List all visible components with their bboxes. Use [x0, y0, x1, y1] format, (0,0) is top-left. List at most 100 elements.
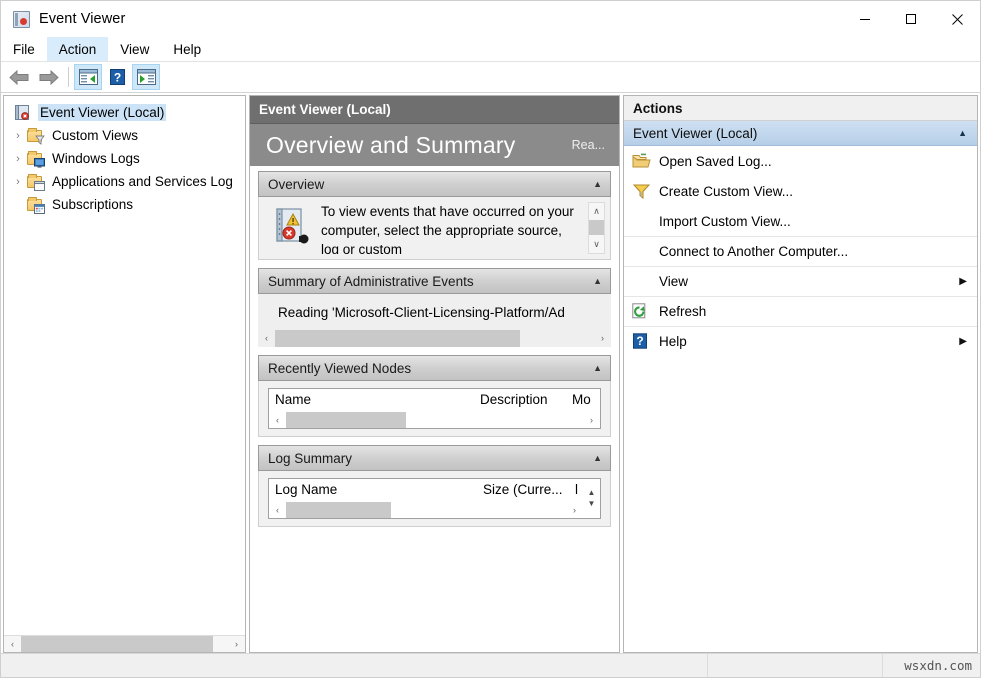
- chevron-right-icon[interactable]: ›: [10, 176, 26, 188]
- recent-nodes-horizontal-scrollbar[interactable]: ‹ ›: [269, 412, 600, 428]
- tree-item-windows-logs[interactable]: › Windows Logs: [4, 147, 245, 170]
- banner-status-text: Rea...: [572, 138, 609, 152]
- action-label: Refresh: [659, 304, 706, 319]
- back-arrow-icon[interactable]: [5, 64, 33, 90]
- scroll-left-button[interactable]: ‹: [269, 413, 286, 428]
- action-view[interactable]: View ▶: [624, 266, 977, 296]
- scroll-right-button[interactable]: ›: [594, 331, 611, 346]
- column-header-log-name[interactable]: Log Name: [269, 482, 477, 497]
- collapse-chevron-icon[interactable]: ▲: [593, 364, 602, 373]
- folder-filter-icon: [26, 128, 44, 144]
- scroll-right-button[interactable]: ›: [583, 413, 600, 428]
- menu-view[interactable]: View: [108, 37, 161, 61]
- scroll-left-button[interactable]: ‹: [269, 503, 286, 518]
- scroll-track[interactable]: [275, 330, 594, 347]
- action-label: Help: [659, 334, 687, 349]
- tree-item-label: Applications and Services Log: [50, 173, 235, 190]
- tree-item-label: Custom Views: [50, 127, 140, 144]
- details-pane: Event Viewer (Local) Overview and Summar…: [249, 95, 620, 653]
- log-summary-grid[interactable]: Log Name Size (Curre... l ‹ ›: [268, 478, 601, 519]
- spinner-up-icon[interactable]: ▲: [588, 489, 596, 497]
- scroll-thumb[interactable]: [589, 220, 604, 235]
- close-button[interactable]: [934, 1, 980, 37]
- scroll-thumb[interactable]: [286, 502, 391, 518]
- scroll-track[interactable]: [21, 636, 228, 652]
- title-bar: Event Viewer: [1, 1, 980, 37]
- action-import-custom-view[interactable]: Import Custom View...: [624, 206, 977, 236]
- spinner-down-icon[interactable]: ▼: [588, 500, 596, 508]
- scroll-right-button[interactable]: ›: [228, 637, 245, 652]
- section-log-summary-header[interactable]: Log Summary ▲: [258, 445, 611, 471]
- forward-arrow-icon[interactable]: [34, 64, 62, 90]
- scroll-left-button[interactable]: ‹: [4, 637, 21, 652]
- column-header-modified[interactable]: Mo: [566, 392, 600, 407]
- folder-window-icon: [26, 174, 44, 190]
- action-refresh[interactable]: Refresh: [624, 296, 977, 326]
- tree-horizontal-scrollbar[interactable]: ‹ ›: [4, 635, 245, 652]
- overview-vertical-scrollbar[interactable]: ∧ ∨: [588, 202, 605, 254]
- status-cell-secondary: [708, 654, 883, 677]
- section-recently-viewed-nodes: Recently Viewed Nodes ▲ Name Description…: [258, 355, 611, 437]
- column-header-size[interactable]: Size (Curre...: [477, 482, 569, 497]
- toolbar: ?: [1, 62, 980, 93]
- show-action-pane-icon[interactable]: [132, 64, 160, 90]
- scroll-down-button[interactable]: ∨: [589, 236, 604, 253]
- tree-item-applications-and-services-logs[interactable]: › Applications and Services Log: [4, 170, 245, 193]
- collapse-chevron-icon[interactable]: ▲: [958, 129, 967, 138]
- submenu-arrow-icon[interactable]: ▶: [959, 336, 967, 347]
- chevron-right-icon[interactable]: ›: [10, 130, 26, 142]
- column-header-modified[interactable]: l: [569, 482, 583, 497]
- scroll-thumb[interactable]: [21, 636, 213, 652]
- collapse-chevron-icon[interactable]: ▲: [593, 180, 602, 189]
- scroll-left-button[interactable]: ‹: [258, 331, 275, 346]
- scroll-up-button[interactable]: ∧: [589, 203, 604, 220]
- menu-action[interactable]: Action: [47, 37, 109, 61]
- menu-file[interactable]: File: [1, 37, 47, 61]
- minimize-button[interactable]: [842, 1, 888, 37]
- summary-status-text: Reading 'Microsoft-Client-Licensing-Plat…: [258, 294, 611, 330]
- tree-item-event-viewer-local[interactable]: Event Viewer (Local): [4, 101, 245, 124]
- recent-nodes-grid[interactable]: Name Description Mo ‹ ›: [268, 388, 601, 429]
- action-connect-to-another-computer[interactable]: Connect to Another Computer...: [624, 236, 977, 266]
- grid-header-row: Name Description Mo: [269, 389, 600, 412]
- details-content: Overview ▲: [250, 166, 619, 652]
- action-label: Create Custom View...: [659, 184, 793, 199]
- scroll-thumb[interactable]: [286, 412, 406, 428]
- action-help[interactable]: ? Help ▶: [624, 326, 977, 356]
- scroll-right-button[interactable]: ›: [566, 503, 583, 518]
- tree-item-custom-views[interactable]: › Custom Views: [4, 124, 245, 147]
- tree-item-subscriptions[interactable]: Subscriptions: [4, 193, 245, 216]
- column-header-description[interactable]: Description: [474, 392, 566, 407]
- status-cell-primary: [1, 654, 708, 677]
- section-summary-header[interactable]: Summary of Administrative Events ▲: [258, 268, 611, 294]
- action-open-saved-log[interactable]: Open Saved Log...: [624, 146, 977, 176]
- section-overview: Overview ▲: [258, 171, 611, 260]
- menu-help[interactable]: Help: [161, 37, 213, 61]
- scroll-thumb[interactable]: [275, 330, 520, 347]
- section-recent-nodes-header[interactable]: Recently Viewed Nodes ▲: [258, 355, 611, 381]
- collapse-chevron-icon[interactable]: ▲: [593, 454, 602, 463]
- scroll-track[interactable]: [286, 412, 583, 428]
- section-recent-nodes-body: Name Description Mo ‹ ›: [258, 381, 611, 437]
- maximize-button[interactable]: [888, 1, 934, 37]
- scroll-track[interactable]: [286, 502, 566, 518]
- actions-group-header[interactable]: Event Viewer (Local) ▲: [624, 121, 977, 146]
- collapse-chevron-icon[interactable]: ▲: [593, 277, 602, 286]
- help-icon[interactable]: ?: [103, 64, 131, 90]
- svg-text:?: ?: [113, 71, 120, 85]
- section-overview-header[interactable]: Overview ▲: [258, 171, 611, 197]
- no-icon: [632, 243, 653, 260]
- summary-horizontal-scrollbar[interactable]: ‹ ›: [258, 330, 611, 347]
- show-console-tree-icon[interactable]: [74, 64, 102, 90]
- event-viewer-icon: [13, 11, 30, 28]
- log-summary-horizontal-scrollbar[interactable]: ‹ ›: [269, 502, 583, 518]
- tree-item-label: Subscriptions: [50, 196, 135, 213]
- status-bar: wsxdn.com: [1, 653, 980, 677]
- action-create-custom-view[interactable]: Create Custom View...: [624, 176, 977, 206]
- chevron-right-icon[interactable]: ›: [10, 153, 26, 165]
- refresh-icon: [632, 303, 653, 320]
- action-label: View: [659, 274, 688, 289]
- log-summary-spinner[interactable]: ▲ ▼: [583, 479, 600, 518]
- submenu-arrow-icon[interactable]: ▶: [959, 276, 967, 287]
- column-header-name[interactable]: Name: [269, 392, 474, 407]
